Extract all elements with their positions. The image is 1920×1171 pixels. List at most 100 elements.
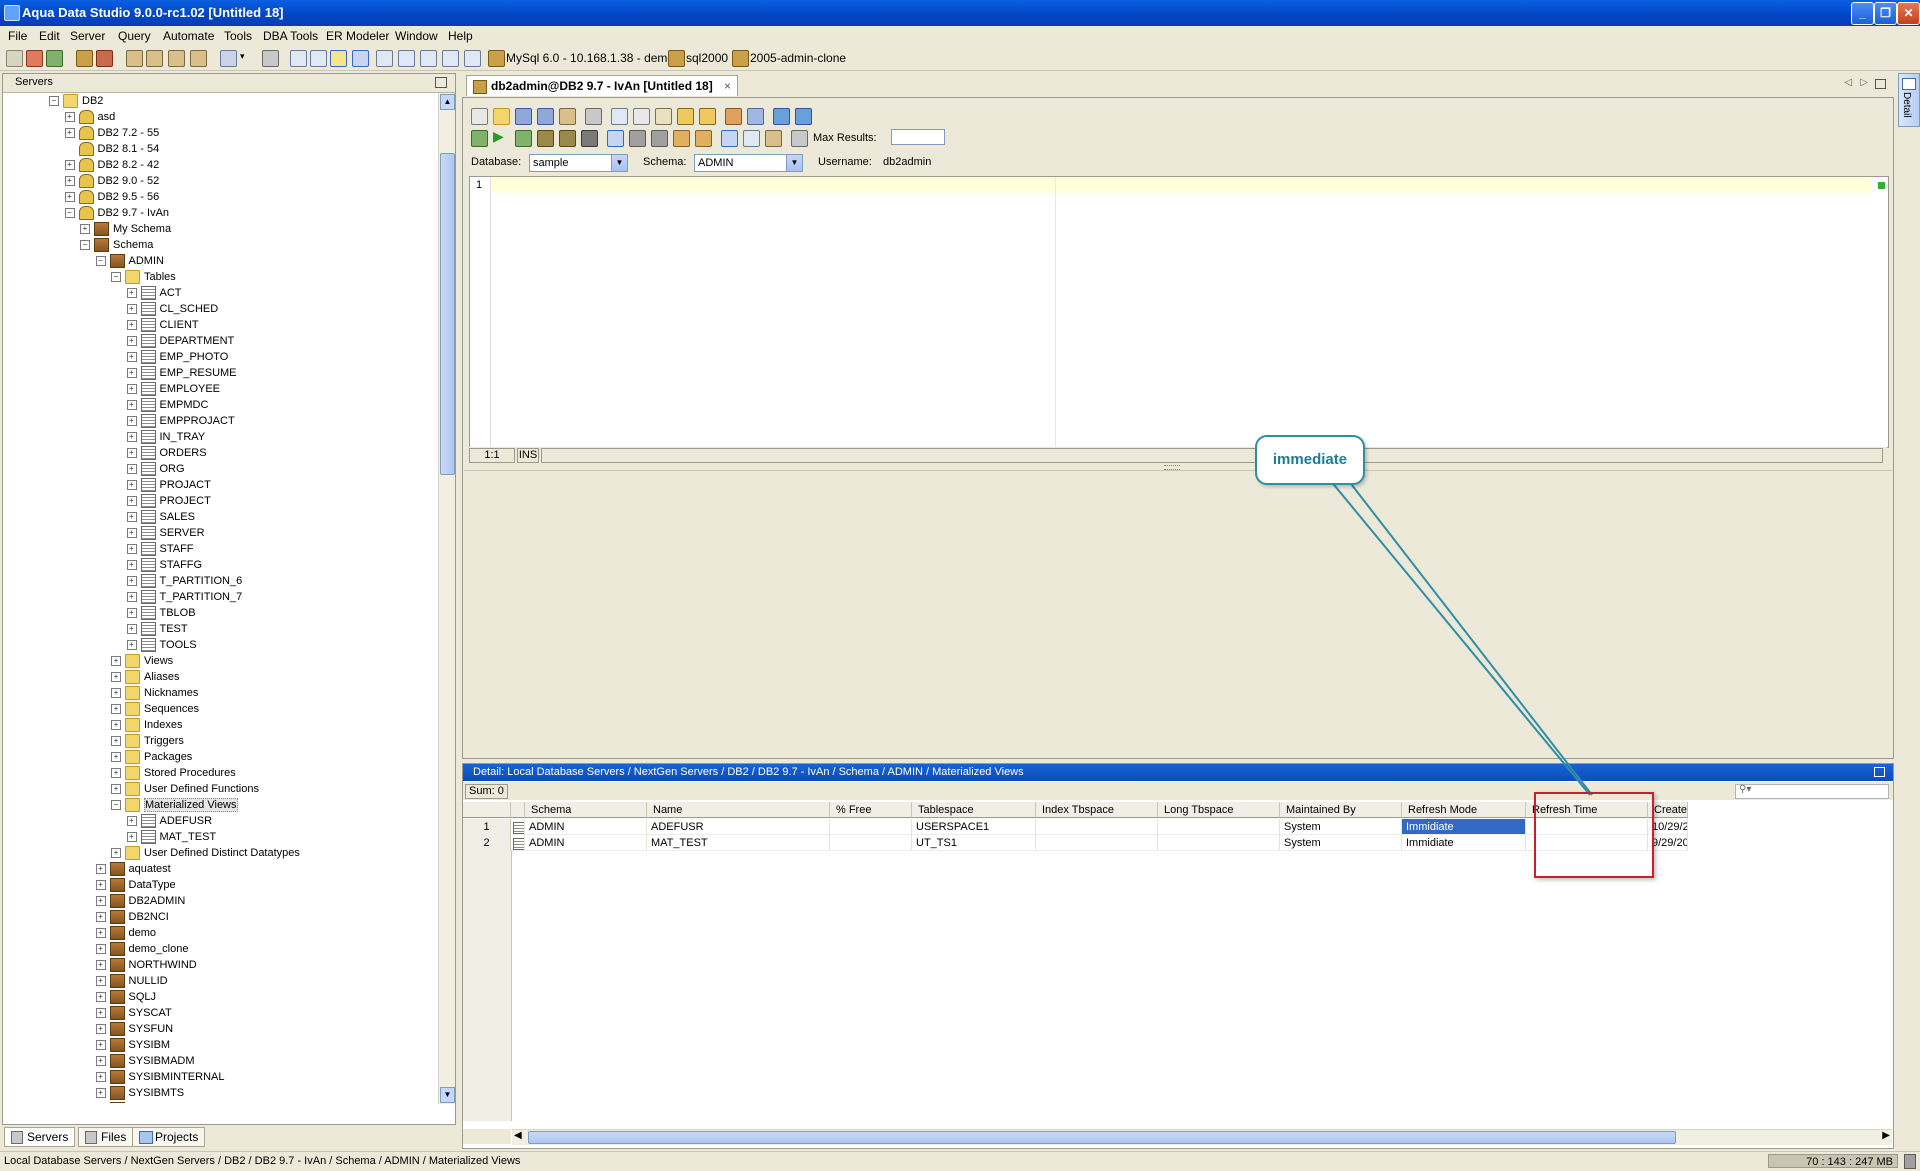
layout-4-icon[interactable]	[352, 50, 369, 67]
redo-icon[interactable]	[699, 108, 716, 125]
tree-node[interactable]: +SYSPROC	[96, 1101, 183, 1103]
tree-node[interactable]: + My Schema	[80, 221, 171, 237]
close-tab-icon[interactable]: ×	[724, 76, 731, 96]
expand-icon[interactable]: +	[95, 1088, 106, 1099]
autocommit-icon[interactable]	[607, 130, 624, 147]
execute-icon[interactable]: ▶	[493, 128, 504, 145]
expand-icon[interactable]: +	[126, 304, 137, 315]
expand-icon[interactable]: +	[126, 640, 137, 651]
tree-node[interactable]: − Tables	[111, 269, 176, 285]
tree-node[interactable]: + ORG	[126, 461, 185, 477]
trash-icon[interactable]	[1904, 1154, 1916, 1169]
query-builder-icon[interactable]	[673, 130, 690, 147]
grid-hscrollbar[interactable]: ◀ ▶	[512, 1129, 1892, 1145]
tree-node[interactable]: + PROJACT	[126, 477, 211, 493]
tree-node[interactable]: + EMP_RESUME	[126, 365, 237, 381]
tree-node[interactable]: − DB2	[49, 93, 103, 109]
tab-scroll-left-icon[interactable]: ◁	[1844, 77, 1852, 88]
tree-node[interactable]: + TEST	[126, 621, 188, 637]
tree-node[interactable]: − Schema	[80, 237, 153, 253]
tree-node[interactable]: − Materialized Views	[111, 797, 238, 813]
expand-icon[interactable]: +	[126, 368, 137, 379]
maximize-panel-icon[interactable]	[435, 77, 447, 88]
grid-cell[interactable]	[1158, 819, 1280, 835]
menu-edit[interactable]: Edit	[39, 29, 60, 43]
filter-input[interactable]: ⚲▾	[1735, 784, 1889, 799]
tree-node[interactable]: − DB2 9.7 - IvAn	[64, 205, 169, 221]
expand-icon[interactable]: +	[126, 608, 137, 619]
tree-node[interactable]: + SYSIBM	[95, 1037, 170, 1053]
expand-icon[interactable]: +	[126, 496, 137, 507]
expand-icon[interactable]: +	[126, 384, 137, 395]
tree-node[interactable]: + ORDERS	[126, 445, 207, 461]
tree-node[interactable]: + DB2 7.2 - 55	[64, 125, 159, 141]
grid-cell[interactable]: Immidiate	[1402, 835, 1526, 851]
layout-5-icon[interactable]	[376, 50, 393, 67]
grid-cell[interactable]: 10/29/2	[1648, 819, 1688, 835]
tree-node[interactable]: + SYSCAT	[95, 1005, 172, 1021]
grid-cell[interactable]: ADMIN	[525, 819, 647, 835]
menu-file[interactable]: File	[8, 29, 27, 43]
tree-node[interactable]: + T_PARTITION_7	[126, 589, 242, 605]
collapse-icon[interactable]: −	[64, 208, 75, 219]
results-print-icon[interactable]	[791, 130, 808, 147]
paste-icon[interactable]	[655, 108, 672, 125]
menu-dba-tools[interactable]: DBA Tools	[263, 29, 318, 43]
scroll-right-icon[interactable]: ▶	[1882, 1130, 1890, 1141]
tree-node[interactable]: + User Defined Functions	[111, 781, 259, 797]
tree-node[interactable]: + Views	[111, 653, 173, 669]
cut-icon[interactable]	[611, 108, 628, 125]
tree-node[interactable]: + NORTHWIND	[95, 957, 197, 973]
column-header[interactable]: % Free	[830, 802, 912, 818]
menu-er-modeler[interactable]: ER Modeler	[326, 29, 389, 43]
tree-node[interactable]: + DB2ADMIN	[95, 893, 185, 909]
expand-icon[interactable]: +	[95, 1072, 106, 1083]
minimize-button[interactable]: _	[1851, 2, 1874, 25]
query-analyzer-icon[interactable]	[146, 50, 163, 67]
expand-icon[interactable]: +	[126, 624, 137, 635]
column-header[interactable]: Refresh Mode	[1402, 802, 1526, 818]
explain-icon[interactable]	[537, 130, 554, 147]
tab-scroll-right-icon[interactable]: ▷	[1860, 77, 1868, 88]
grid-cell[interactable]: 9/29/20	[1648, 835, 1688, 851]
tree-node[interactable]: + STAFF	[126, 541, 194, 557]
expand-icon[interactable]: +	[126, 464, 137, 475]
database-select[interactable]: sample ▼	[529, 154, 628, 172]
expand-icon[interactable]: +	[111, 688, 121, 699]
expand-icon[interactable]: +	[111, 752, 121, 763]
expand-icon[interactable]: +	[126, 480, 137, 491]
tree-node[interactable]: + Sequences	[111, 701, 199, 717]
tree-node[interactable]: + NULLID	[95, 973, 168, 989]
tree-node[interactable]: + User Defined Distinct Datatypes	[111, 845, 300, 861]
tree-node[interactable]: + EMPPROJACT	[126, 413, 235, 429]
tree-node[interactable]: + Triggers	[111, 733, 184, 749]
detail-side-tab[interactable]: Detail	[1898, 73, 1920, 127]
menu-tools[interactable]: Tools	[224, 29, 252, 43]
tree-node[interactable]: + CL_SCHED	[126, 301, 218, 317]
tree-node[interactable]: + SYSIBMTS	[95, 1085, 184, 1101]
tree-node[interactable]: + DB2 8.2 - 42	[64, 157, 159, 173]
dropdown-arrow-icon[interactable]: ▾	[240, 51, 245, 62]
grid-cell[interactable]: USERSPACE1	[912, 819, 1036, 835]
expand-icon[interactable]: +	[111, 848, 121, 859]
tree-node[interactable]: + Nicknames	[111, 685, 198, 701]
layout-6-icon[interactable]	[398, 50, 415, 67]
expand-icon[interactable]: +	[95, 1040, 106, 1051]
tree-node[interactable]: + ACT	[126, 285, 182, 301]
grid-cell[interactable]: ADEFUSR	[647, 819, 830, 835]
refresh-icon[interactable]	[220, 50, 237, 67]
scroll-down-icon[interactable]: ▼	[440, 1087, 455, 1103]
tree-node[interactable]: + Packages	[111, 749, 192, 765]
commit-icon[interactable]	[629, 130, 646, 147]
undo-icon[interactable]	[677, 108, 694, 125]
expand-icon[interactable]: +	[126, 432, 137, 443]
tree-node[interactable]: + Indexes	[111, 717, 183, 733]
expand-icon[interactable]: +	[126, 560, 137, 571]
grid-cell[interactable]	[1158, 835, 1280, 851]
results-grid-icon[interactable]	[721, 130, 738, 147]
delete-server-icon[interactable]	[26, 50, 43, 67]
chevron-down-icon[interactable]: ▼	[611, 155, 627, 171]
tree-node[interactable]: + demo_clone	[95, 941, 188, 957]
tree-node[interactable]: + SYSFUN	[95, 1021, 173, 1037]
execute-all-icon[interactable]	[471, 130, 488, 147]
